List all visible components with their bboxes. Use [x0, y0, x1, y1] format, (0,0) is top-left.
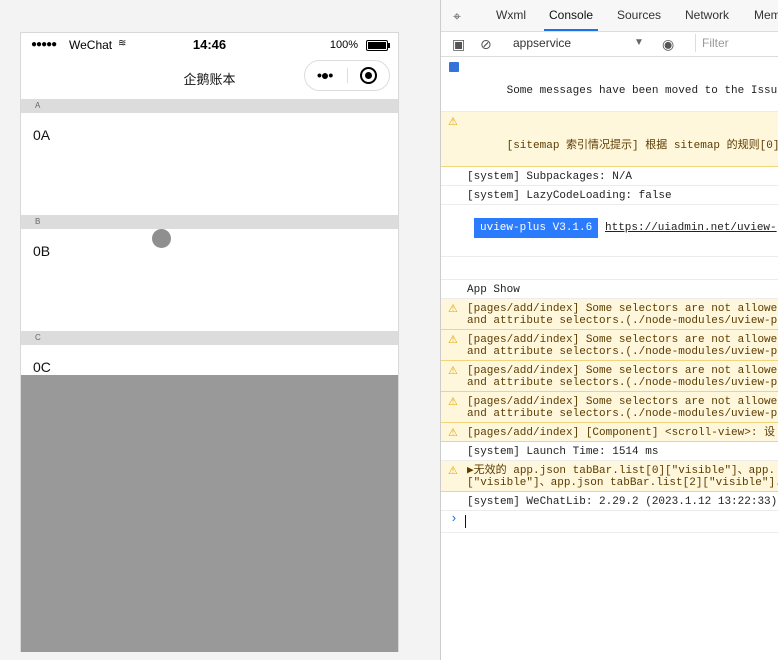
warning-icon: ⚠	[448, 396, 458, 408]
status-bar: ●●●●● WeChat ≋ 14:46 100%	[21, 33, 398, 57]
close-icon[interactable]	[360, 67, 377, 84]
console-warning-line: ⚠ [pages/add/index] Some selectors are no…	[441, 330, 778, 361]
console-warning-line: ⚠ [pages/add/index] Some selectors are no…	[441, 299, 778, 330]
console-warning-line: ⚠ [pages/add/index] Some selectors are no…	[441, 392, 778, 423]
section-header-a: A	[21, 99, 398, 113]
console-info-line: Some messages have been moved to the Iss…	[441, 57, 778, 112]
list-item-c[interactable]: 0C	[21, 345, 398, 375]
console-toolbar: ▣ ⊘ appservice ▼ ◉ Filter	[441, 32, 778, 57]
console-log-line: App Show	[441, 280, 778, 299]
context-selector[interactable]: appservice	[513, 36, 571, 50]
console-output[interactable]: Some messages have been moved to the Iss…	[441, 57, 778, 660]
eye-icon[interactable]: ◉	[662, 36, 674, 53]
index-list[interactable]: A 0A B 0B C 0C	[21, 99, 398, 375]
tab-console[interactable]: Console	[543, 8, 599, 31]
console-warning-line: ⚠ ▶无效的 app.json tabBar.list[0]["visible"]…	[441, 461, 778, 492]
warning-icon: ⚠	[448, 365, 458, 377]
warning-icon: ⚠	[448, 465, 458, 477]
warning-icon: ⚠	[448, 334, 458, 346]
touch-indicator	[152, 229, 171, 248]
devtools-tabs: ⌖ Wxml Console Sources Network Mem	[441, 0, 778, 32]
simulator-bottom-strip	[0, 652, 440, 660]
prompt-icon: ›	[450, 511, 458, 526]
mini-program-navbar: 企鹅账本 •●•	[21, 57, 398, 99]
phone-simulator: ●●●●● WeChat ≋ 14:46 100% 企鹅账本 •●• A 0A …	[20, 32, 399, 654]
battery-icon	[366, 40, 390, 51]
message-icon	[449, 62, 459, 72]
section-header-c: C	[21, 331, 398, 345]
more-icon[interactable]: •●•	[317, 67, 333, 83]
uview-link[interactable]: https://uiadmin.net/uview-	[605, 222, 777, 234]
console-blank-line	[441, 257, 778, 280]
battery-percentage: 100%	[329, 39, 358, 51]
warning-icon: ⚠	[448, 427, 458, 439]
warning-icon: ⚠	[448, 116, 458, 128]
simulator-pane: ●●●●● WeChat ≋ 14:46 100% 企鹅账本 •●• A 0A …	[0, 0, 440, 660]
list-item-a[interactable]: 0A	[21, 113, 398, 215]
inspect-icon[interactable]: ⌖	[453, 8, 461, 25]
chevron-down-icon[interactable]: ▼	[634, 37, 644, 48]
console-badge-line: uview-plus V3.1.6 https://uiadmin.net/uv…	[441, 205, 778, 257]
console-log-line: [system] Launch Time: 1514 ms	[441, 442, 778, 461]
tab-network[interactable]: Network	[685, 8, 729, 22]
tab-memory[interactable]: Mem	[754, 8, 778, 22]
uview-version-badge: uview-plus V3.1.6	[474, 218, 599, 238]
list-item-b[interactable]: 0B	[21, 229, 398, 331]
console-log-line: [system] WeChatLib: 2.29.2 (2023.1.12 13…	[441, 492, 778, 511]
clear-console-icon[interactable]: ⊘	[480, 36, 492, 53]
capsule-menu[interactable]: •●•	[304, 60, 390, 91]
console-filter-input[interactable]: Filter	[695, 34, 778, 52]
capsule-divider	[347, 68, 348, 83]
tab-sources[interactable]: Sources	[617, 8, 661, 22]
console-log-line: [system] Subpackages: N/A	[441, 167, 778, 186]
section-header-b: B	[21, 215, 398, 229]
console-warning-line: ⚠ [sitemap 索引情况提示] 根据 sitemap 的规则[0], 当前…	[441, 112, 778, 167]
console-log-line: [system] LazyCodeLoading: false	[441, 186, 778, 205]
console-warning-line: ⚠ [pages/add/index] Some selectors are no…	[441, 361, 778, 392]
tab-wxml[interactable]: Wxml	[496, 8, 526, 22]
console-warning-line: ⚠ [pages/add/index] [Component] <scroll-v…	[441, 423, 778, 442]
text-cursor	[465, 515, 466, 528]
overlay-mask	[21, 375, 398, 653]
devtools-panel: ⌖ Wxml Console Sources Network Mem ▣ ⊘ a…	[440, 0, 778, 660]
console-prompt-line[interactable]: ›	[441, 511, 778, 533]
sidebar-icon[interactable]: ▣	[452, 36, 465, 53]
warning-icon: ⚠	[448, 303, 458, 315]
